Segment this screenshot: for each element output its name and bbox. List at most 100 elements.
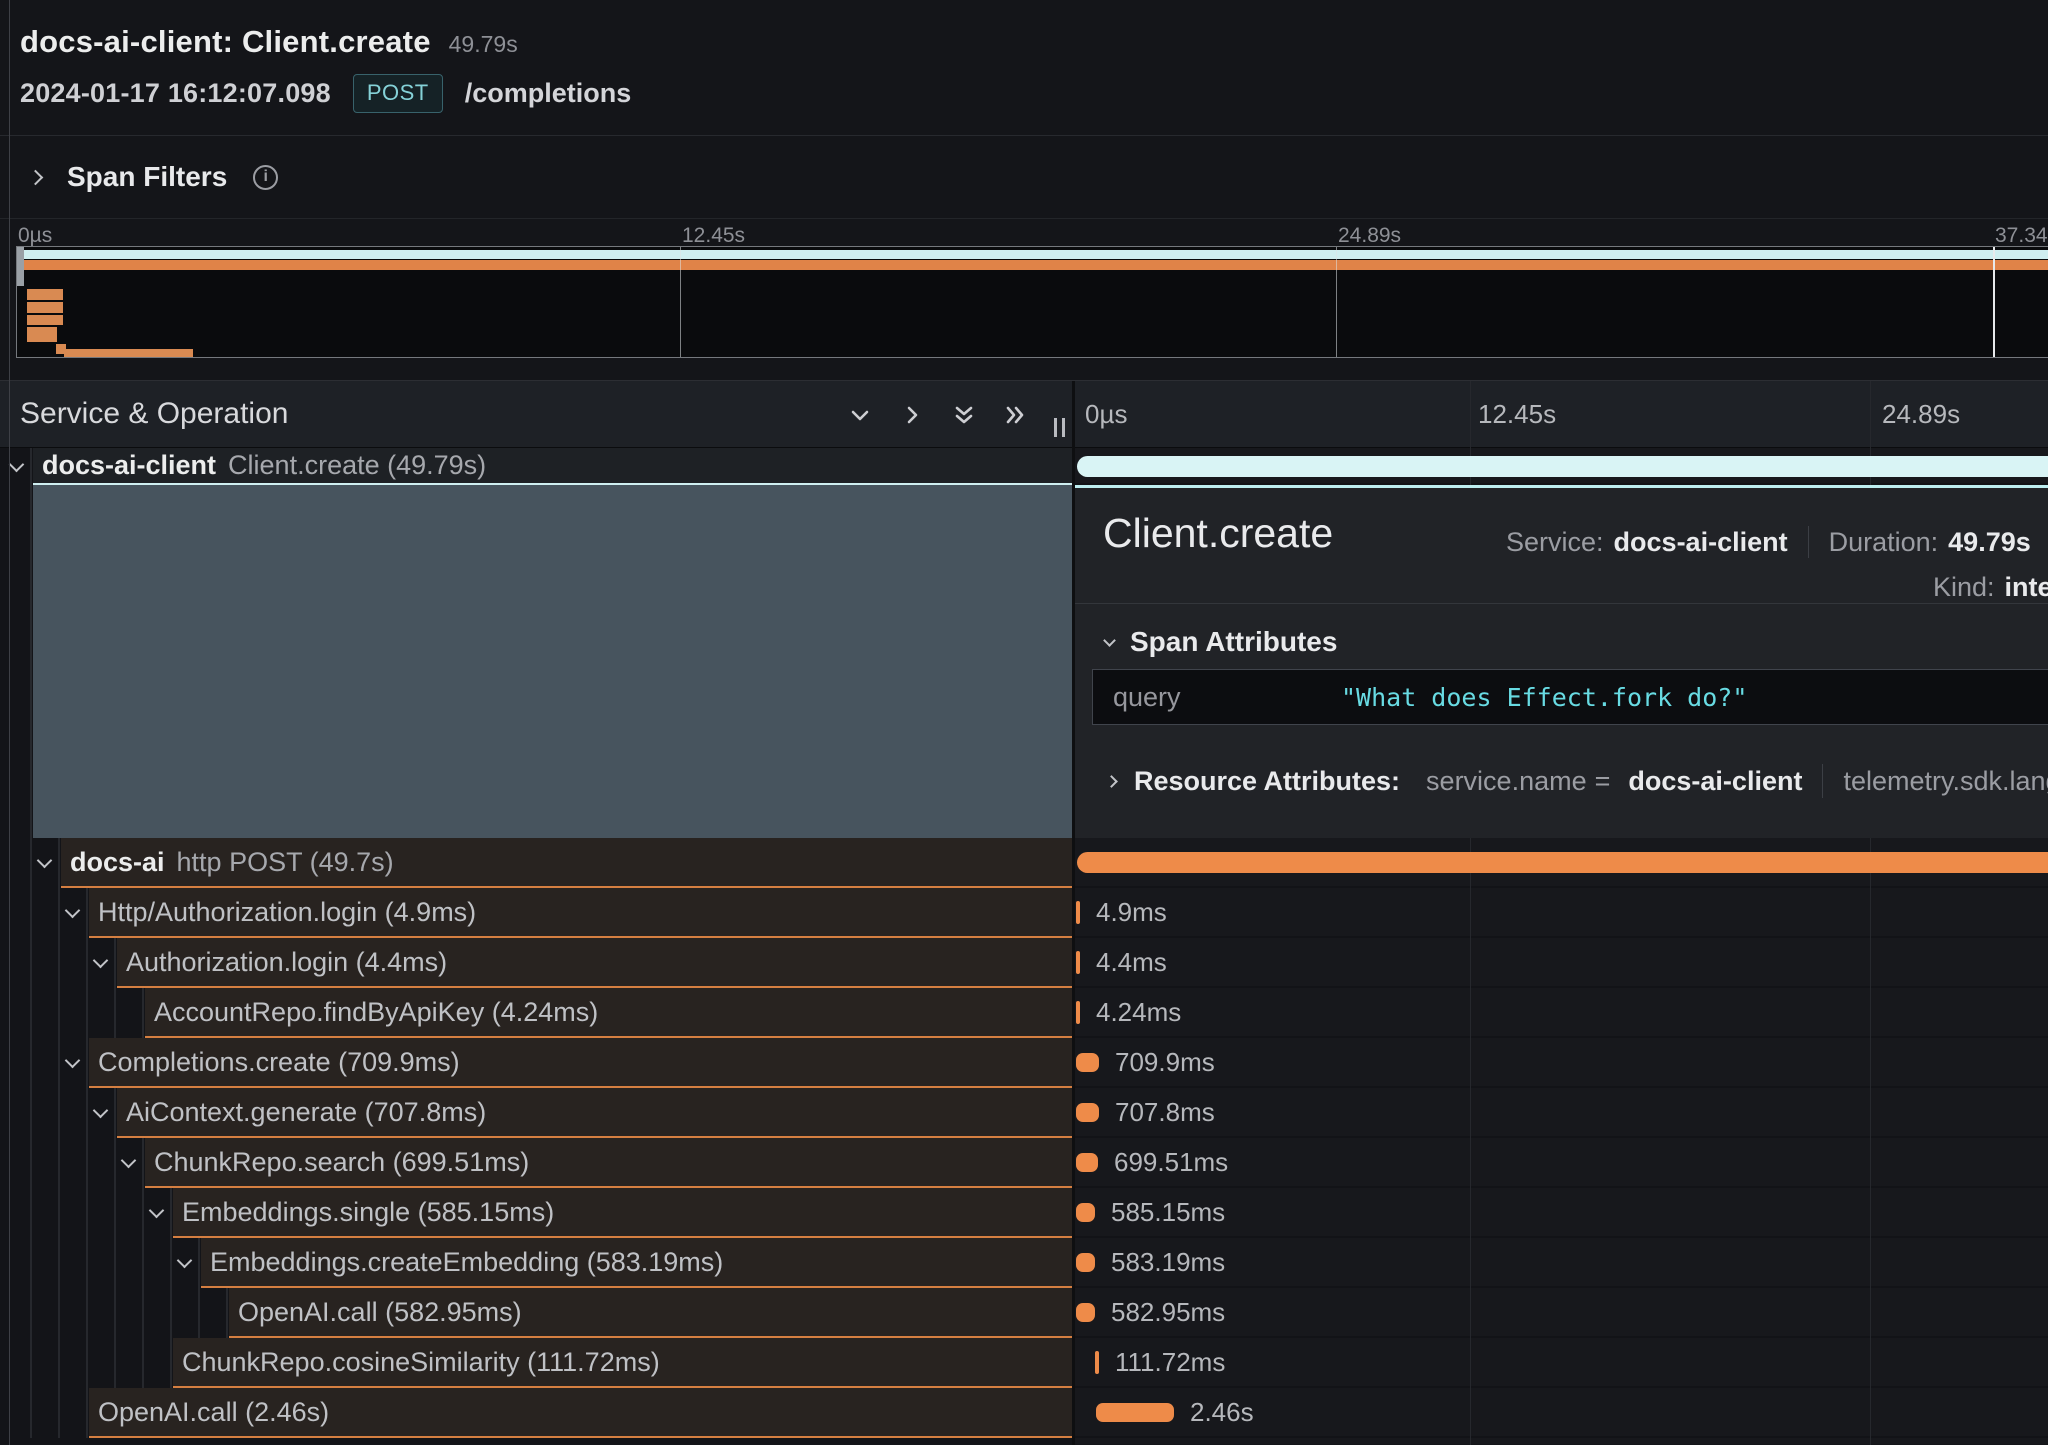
detail-meta: Service: docs-ai-client Duration: 49.79s: [1506, 526, 2048, 558]
minimap-drag-handle[interactable]: [17, 247, 24, 286]
span-bar[interactable]: [1076, 951, 1080, 974]
span-bar-cell[interactable]: 583.19ms: [1075, 1238, 2048, 1288]
span-duration-label: 709.9ms: [1115, 1038, 1215, 1086]
span-bar-cell[interactable]: 585.15ms: [1075, 1188, 2048, 1238]
span-name-cell[interactable]: Http/Authorization.login (4.9ms): [0, 888, 1072, 938]
chevron-right-icon[interactable]: [1105, 775, 1118, 788]
span-bar-cell[interactable]: 582.95ms: [1075, 1288, 2048, 1338]
collapse-all-button[interactable]: [944, 395, 984, 435]
equals-sign: =: [1595, 766, 1611, 797]
indent-gutter: [0, 1288, 229, 1338]
span-label[interactable]: OpenAI.call (582.95ms): [229, 1288, 1072, 1338]
info-icon[interactable]: i: [253, 165, 278, 190]
span-attributes-section[interactable]: Span Attributes: [1105, 626, 1337, 658]
divider: [1822, 764, 1823, 798]
span-bar-cell[interactable]: 4.24ms: [1075, 988, 2048, 1038]
operation-name: Http/Authorization.login (4.9ms): [98, 897, 476, 928]
trace-row[interactable]: docs-aihttp POST (49.7s): [0, 838, 2048, 888]
resource-attributes-section[interactable]: Resource Attributes: service.name = docs…: [1107, 764, 2048, 798]
trace-row[interactable]: ChunkRepo.search (699.51ms)699.51ms: [0, 1138, 2048, 1188]
span-name-cell[interactable]: docs-aihttp POST (49.7s): [0, 838, 1072, 888]
trace-row[interactable]: docs-ai-clientClient.create (49.79s): [0, 448, 2048, 485]
span-bar-cell[interactable]: 4.4ms: [1075, 938, 2048, 988]
span-filters-section[interactable]: Span Filters i: [0, 136, 2048, 218]
trace-row[interactable]: Embeddings.createEmbedding (583.19ms)583…: [0, 1238, 2048, 1288]
span-label[interactable]: docs-aihttp POST (49.7s): [61, 838, 1072, 888]
trace-row[interactable]: OpenAI.call (2.46s)2.46s: [0, 1388, 2048, 1438]
span-bar[interactable]: [1076, 1303, 1095, 1322]
collapse-one-button[interactable]: [840, 395, 880, 435]
trace-minimap[interactable]: [16, 246, 2048, 358]
expand-one-button[interactable]: [892, 395, 932, 435]
operation-name: AccountRepo.findByApiKey (4.24ms): [154, 997, 598, 1028]
trace-row[interactable]: Embeddings.single (585.15ms)585.15ms: [0, 1188, 2048, 1238]
span-bar[interactable]: [1077, 852, 2048, 873]
span-label[interactable]: docs-ai-clientClient.create (49.79s): [33, 448, 1072, 485]
span-bar[interactable]: [1076, 1153, 1098, 1172]
span-attributes-label[interactable]: Span Attributes: [1130, 626, 1337, 658]
span-bar[interactable]: [1095, 1351, 1099, 1374]
span-label[interactable]: AiContext.generate (707.8ms): [117, 1088, 1072, 1138]
selected-span-highlight[interactable]: [33, 485, 1072, 838]
span-name-cell[interactable]: OpenAI.call (582.95ms): [0, 1288, 1072, 1338]
span-bar[interactable]: [1077, 456, 2048, 477]
span-label[interactable]: Embeddings.single (585.15ms): [173, 1188, 1072, 1238]
span-label[interactable]: Http/Authorization.login (4.9ms): [89, 888, 1072, 938]
span-bar-cell[interactable]: [1075, 838, 2048, 888]
span-bar-cell[interactable]: 709.9ms: [1075, 1038, 2048, 1088]
trace-row[interactable]: AccountRepo.findByApiKey (4.24ms) 4.24ms: [0, 988, 2048, 1038]
span-bar-cell[interactable]: 699.51ms: [1075, 1138, 2048, 1188]
trace-row[interactable]: Authorization.login (4.4ms)4.4ms: [0, 938, 2048, 988]
span-label[interactable]: Authorization.login (4.4ms): [117, 938, 1072, 988]
span-bar[interactable]: [1096, 1403, 1174, 1422]
span-label[interactable]: Embeddings.createEmbedding (583.19ms): [201, 1238, 1072, 1288]
panel-left-edge: [9, 0, 10, 1445]
divider: [0, 218, 2048, 219]
span-name-cell[interactable]: ChunkRepo.cosineSimilarity (111.72ms): [0, 1338, 1072, 1388]
trace-row[interactable]: Http/Authorization.login (4.9ms) 4.9ms: [0, 888, 2048, 938]
minimap-http-span: [18, 260, 2048, 270]
expand-all-button[interactable]: [995, 395, 1035, 435]
trace-row[interactable]: Completions.create (709.9ms) 709.9ms: [0, 1038, 2048, 1088]
minimap-axis: 0µs 12.45s 24.89s 37.34s: [0, 224, 2048, 246]
span-bar[interactable]: [1076, 1001, 1080, 1024]
minimap-root-span: [18, 250, 2048, 259]
trace-row[interactable]: ChunkRepo.cosineSimilarity (111.72ms)111…: [0, 1338, 2048, 1388]
span-bar-cell[interactable]: 2.46s: [1075, 1388, 2048, 1438]
span-bar-cell[interactable]: 111.72ms: [1075, 1338, 2048, 1388]
span-label[interactable]: ChunkRepo.search (699.51ms): [145, 1138, 1072, 1188]
resource-attributes-label[interactable]: Resource Attributes:: [1134, 766, 1400, 797]
span-name-cell[interactable]: Authorization.login (4.4ms): [0, 938, 1072, 988]
span-name-cell[interactable]: AccountRepo.findByApiKey (4.24ms): [0, 988, 1072, 1038]
span-bar[interactable]: [1076, 1103, 1099, 1122]
span-bar-cell[interactable]: [1075, 448, 2048, 485]
trace-row[interactable]: OpenAI.call (582.95ms)582.95ms: [0, 1288, 2048, 1338]
span-bar-cell[interactable]: 707.8ms: [1075, 1088, 2048, 1138]
minimap-viewport-edge[interactable]: [1993, 247, 1995, 357]
chevron-down-icon[interactable]: [1103, 634, 1116, 647]
span-filters-label[interactable]: Span Filters: [67, 161, 227, 193]
column-resize-handle[interactable]: [1048, 407, 1070, 437]
service-name: docs-ai: [70, 847, 165, 878]
span-name-cell[interactable]: OpenAI.call (2.46s): [0, 1388, 1072, 1438]
span-bar[interactable]: [1076, 1053, 1099, 1072]
span-name-cell[interactable]: AiContext.generate (707.8ms): [0, 1088, 1072, 1138]
span-name-cell[interactable]: Embeddings.single (585.15ms): [0, 1188, 1072, 1238]
span-bar[interactable]: [1076, 901, 1080, 924]
span-name-cell[interactable]: Embeddings.createEmbedding (583.19ms): [0, 1238, 1072, 1288]
indent-gutter: [0, 485, 33, 838]
span-label[interactable]: OpenAI.call (2.46s): [89, 1388, 1072, 1438]
span-bar[interactable]: [1076, 1203, 1095, 1222]
span-name-cell[interactable]: docs-ai-clientClient.create (49.79s): [0, 448, 1072, 485]
span-bar-cell[interactable]: 4.9ms: [1075, 888, 2048, 938]
span-label[interactable]: Completions.create (709.9ms): [89, 1038, 1072, 1088]
span-label[interactable]: ChunkRepo.cosineSimilarity (111.72ms): [173, 1338, 1072, 1388]
detail-kind: Kind: inte: [1933, 572, 2048, 603]
chevron-right-icon[interactable]: [28, 169, 44, 185]
span-name-cell[interactable]: ChunkRepo.search (699.51ms): [0, 1138, 1072, 1188]
span-bar[interactable]: [1076, 1253, 1095, 1272]
span-label[interactable]: AccountRepo.findByApiKey (4.24ms): [145, 988, 1072, 1038]
span-name-cell[interactable]: Completions.create (709.9ms): [0, 1038, 1072, 1088]
trace-row[interactable]: AiContext.generate (707.8ms)707.8ms: [0, 1088, 2048, 1138]
http-method-badge: POST: [353, 74, 443, 113]
